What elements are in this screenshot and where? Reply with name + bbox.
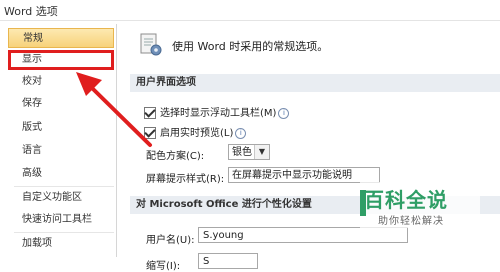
sidebar-item-label: 版式 [22,122,42,133]
sidebar-item-advanced[interactable]: 高级 [8,164,114,184]
sidebar-item-label: 校对 [22,76,42,87]
mini-toolbar-option[interactable]: 选择时显示浮动工具栏(M) i [144,104,290,120]
options-sidebar: 常规 显示 校对 保存 版式 语言 高级 自定义功能区 快速访问工具栏 加载项 [8,24,117,257]
general-options-header: 使用 Word 时采用的常规选项。 [172,40,329,53]
sidebar-divider [14,186,114,187]
sidebar-item-label: 高级 [22,168,42,179]
chevron-down-icon[interactable]: ▼ [254,145,269,159]
initials-input[interactable]: S [198,253,258,269]
checkbox-label: 启用实时预览(L) [160,128,234,139]
watermark-title: 百科全说 [364,188,448,212]
sidebar-item-quick-access-toolbar[interactable]: 快速访问工具栏 [8,210,114,230]
sidebar-item-label: 显示 [22,54,42,65]
sidebar-item-add-ins[interactable]: 加载项 [8,234,114,254]
sidebar-divider [14,232,114,233]
username-input[interactable]: S.young [198,227,408,243]
screentip-style-select[interactable]: 在屏幕提示中显示功能说明 [228,167,380,183]
checkbox-label: 选择时显示浮动工具栏(M) [160,108,277,119]
info-icon: i [235,127,247,139]
general-options-icon [140,33,162,56]
color-scheme-label: 配色方案(C): [146,151,205,162]
window-title: Word 选项 [4,5,58,18]
watermark-subtitle: 助你轻松解决 [378,216,444,227]
mini-toolbar-checkbox[interactable] [144,107,156,119]
initials-label: 缩写(I): [146,261,181,272]
screentip-style-label: 屏幕提示样式(R): [146,174,225,185]
screentip-style-value: 在屏幕提示中显示功能说明 [232,170,352,181]
sidebar-item-label: 快速访问工具栏 [22,214,92,225]
sidebar-item-label: 常规 [23,33,43,44]
initials-value: S [203,256,210,267]
username-label: 用户名(U): [146,235,195,246]
sidebar-item-save[interactable]: 保存 [8,94,114,114]
sidebar-item-label: 语言 [22,145,42,156]
ui-options-section-header: 用户界面选项 [130,74,500,92]
watermark-logo: 百科全说 助你轻松解决 [360,182,480,228]
sidebar-item-label: 自定义功能区 [22,192,82,203]
sidebar-item-label: 保存 [22,98,42,109]
title-bar: Word 选项 [0,0,500,21]
sidebar-item-display[interactable]: 显示 [8,50,114,70]
info-icon: i [278,107,290,119]
username-value: S.young [203,230,244,241]
live-preview-option[interactable]: 启用实时预览(L) i [144,124,247,140]
sidebar-item-language[interactable]: 语言 [8,141,114,161]
sidebar-item-customize-ribbon[interactable]: 自定义功能区 [8,188,114,208]
sidebar-item-proofing[interactable]: 校对 [8,72,114,92]
color-scheme-value: 银色 [232,147,252,158]
live-preview-checkbox[interactable] [144,127,156,139]
section-title: 用户界面选项 [136,77,196,88]
sidebar-item-general[interactable]: 常规 [8,28,114,48]
sidebar-item-layout[interactable]: 版式 [8,118,114,138]
color-scheme-select[interactable]: 银色 ▼ [228,144,270,160]
sidebar-item-label: 加载项 [22,238,52,249]
section-title: 对 Microsoft Office 进行个性化设置 [136,199,312,210]
